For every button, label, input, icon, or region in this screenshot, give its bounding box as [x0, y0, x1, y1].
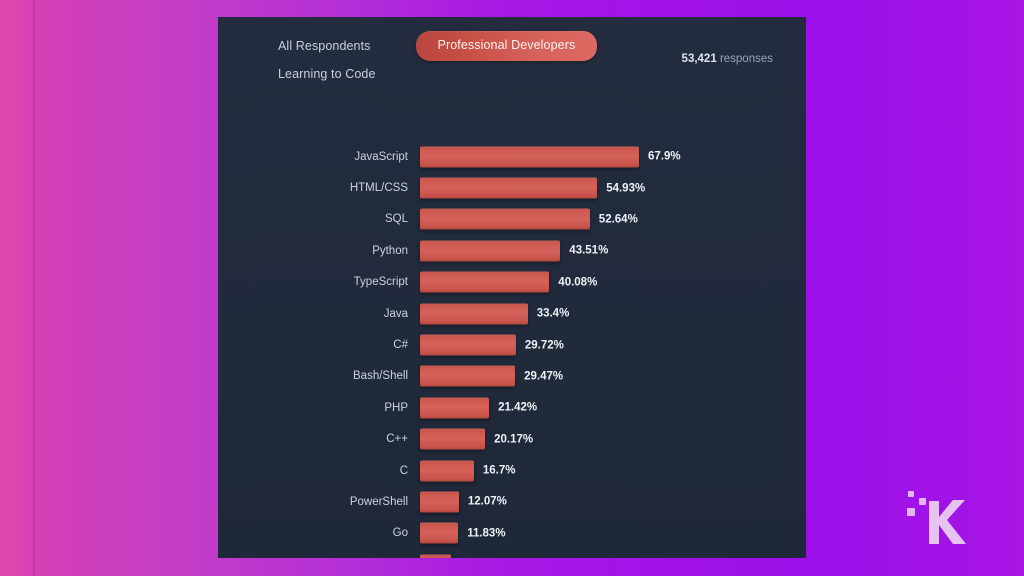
- chart-row: C# 29.72%: [218, 329, 806, 360]
- chart-bar[interactable]: [420, 177, 598, 199]
- chart-bar[interactable]: [420, 460, 474, 482]
- chart-bar[interactable]: [420, 146, 639, 168]
- chart-bar[interactable]: [420, 554, 451, 558]
- chart-row-label: C: [399, 464, 408, 477]
- chart-row: PHP 21.42%: [218, 392, 806, 423]
- chart-row: C++ 20.17%: [218, 424, 806, 455]
- chart-row: Bash/Shell 29.47%: [218, 361, 806, 392]
- chart-row-label: C++: [386, 433, 408, 446]
- chart-bar-group: 11.83%: [420, 522, 506, 544]
- chart-bar-group: 67.9%: [420, 146, 681, 168]
- chart-bar-value: 11.83%: [467, 527, 506, 540]
- tab-learning-to-code[interactable]: Learning to Code: [276, 61, 378, 88]
- chart-row-label: TypeScript: [353, 276, 408, 289]
- responses-counter: 53,421 responses: [682, 53, 773, 65]
- responses-label: responses: [719, 53, 773, 65]
- chart-row-label: Bash/Shell: [353, 370, 408, 383]
- chart-bar-group: 16.7%: [420, 460, 516, 482]
- chart-bar-value: 52.64%: [598, 213, 638, 226]
- chart-row-label: Python: [372, 244, 408, 257]
- chart-bar-group: 52.64%: [420, 208, 638, 230]
- chart-row: SQL 52.64%: [218, 204, 806, 235]
- chart-row: JavaScript 67.9%: [218, 141, 806, 172]
- chart-bar[interactable]: [420, 428, 486, 450]
- chart-row: Python 43.51%: [218, 235, 806, 266]
- background-seam: [33, 0, 35, 576]
- chart-bar-value: 67.9%: [648, 150, 681, 163]
- chart-bar[interactable]: [420, 491, 459, 513]
- chart-bar-group: 29.72%: [420, 334, 564, 356]
- chart-bar[interactable]: [420, 303, 528, 325]
- chart-bar[interactable]: [420, 208, 590, 230]
- chart-bar-group: 12.07%: [420, 491, 507, 513]
- chart-bar-group: 29.47%: [420, 365, 564, 387]
- chart-row: C 16.7%: [218, 455, 806, 486]
- chart-row-label: PHP: [384, 401, 408, 414]
- knowtechie-k-logo: [905, 484, 971, 546]
- screenshot-stage: All Respondents Professional Developers …: [0, 0, 1024, 576]
- chart-bar-group: [420, 554, 460, 558]
- chart-bar-value: 29.72%: [524, 339, 564, 352]
- chart-row-label: HTML/CSS: [349, 182, 408, 195]
- chart-row-label: JavaScript: [354, 150, 408, 163]
- chart-bar-value: 16.7%: [482, 464, 516, 477]
- chart-panel: All Respondents Professional Developers …: [218, 17, 806, 558]
- chart-bar-value: 29.47%: [524, 370, 564, 383]
- chart-bar-value: 40.08%: [558, 276, 598, 289]
- chart-row: HTML/CSS 54.93%: [218, 172, 806, 203]
- chart-bar[interactable]: [420, 365, 516, 387]
- chart-bar[interactable]: [420, 522, 459, 544]
- chart-bar-value: 21.42%: [498, 401, 538, 414]
- chart-row-label: Go: [392, 527, 408, 540]
- chart-row: Go 11.83%: [218, 518, 806, 549]
- tab-row-primary: All Respondents Professional Developers: [276, 31, 598, 61]
- tab-row-secondary: Learning to Code: [276, 61, 378, 88]
- chart-row-label: PowerShell: [349, 495, 408, 508]
- chart-bar[interactable]: [420, 240, 561, 262]
- chart-bar[interactable]: [420, 397, 490, 419]
- chart-bar-value: 12.07%: [467, 495, 507, 508]
- tab-all-respondents[interactable]: All Respondents: [276, 33, 373, 60]
- chart-row-label: SQL: [384, 213, 408, 226]
- chart-row-label: C#: [393, 339, 408, 352]
- chart-bar-value: 43.51%: [569, 244, 609, 257]
- horizontal-bar-chart: JavaScript 67.9% HTML/CSS 54.93% SQL 52.64% Py…: [218, 141, 806, 558]
- chart-row: Java 33.4%: [218, 298, 806, 329]
- chart-bar-value: 54.93%: [606, 182, 646, 195]
- chart-row: PowerShell 12.07%: [218, 486, 806, 517]
- chart-bar[interactable]: [420, 334, 516, 356]
- chart-row-label: Java: [383, 307, 408, 320]
- chart-bar-value: 20.17%: [494, 433, 534, 446]
- chart-row: TypeScript 40.08%: [218, 267, 806, 298]
- responses-count: 53,421: [681, 53, 717, 65]
- chart-bar-group: 43.51%: [420, 240, 609, 262]
- chart-bar-group: 33.4%: [420, 303, 570, 325]
- chart-bar-group: 54.93%: [420, 177, 646, 199]
- chart-bar-group: 21.42%: [420, 397, 538, 419]
- chart-bar-value: 33.4%: [536, 307, 570, 320]
- chart-bar[interactable]: [420, 271, 550, 293]
- chart-bar-group: 20.17%: [420, 428, 534, 450]
- chart-bar-group: 40.08%: [420, 271, 598, 293]
- tab-professional-developers[interactable]: Professional Developers: [415, 31, 598, 61]
- chart-row: [218, 549, 806, 558]
